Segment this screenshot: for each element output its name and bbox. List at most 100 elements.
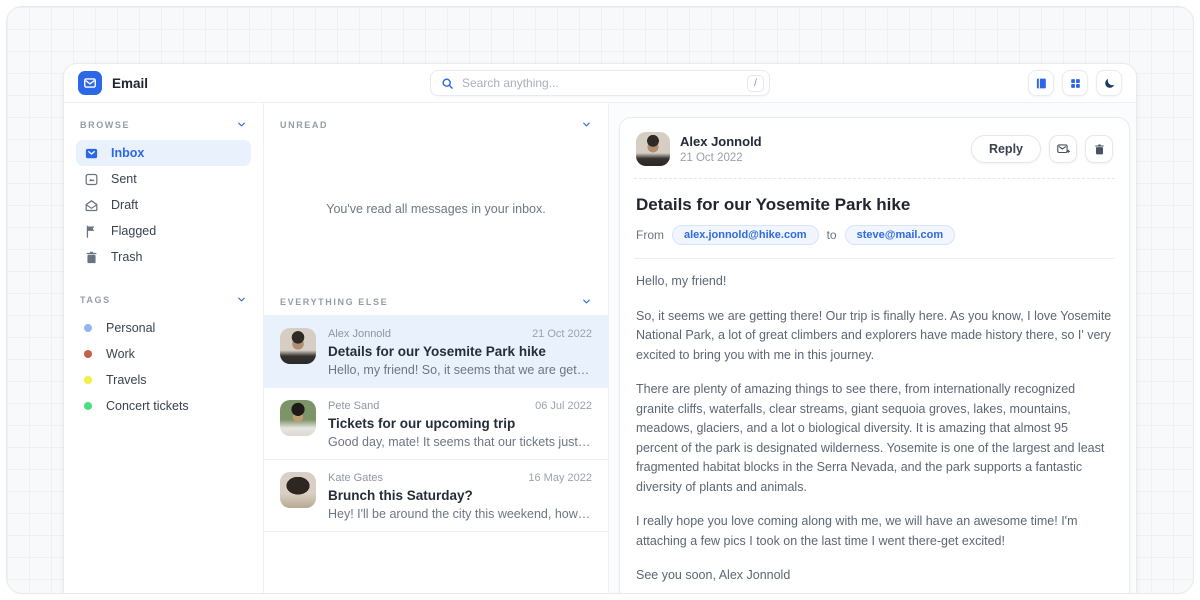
mail-snippet: Good day, mate! It seems that our ticket… — [328, 435, 592, 449]
body-paragraph: There are plenty of amazing things to se… — [636, 380, 1113, 497]
detail-subject: Details for our Yosemite Park hike — [636, 195, 1113, 215]
avatar — [280, 400, 316, 436]
tag-color-dot — [84, 350, 92, 358]
to-label: to — [827, 228, 837, 242]
mail-date: 21 Oct 2022 — [532, 328, 592, 340]
from-email-chip[interactable]: alex.jonnold@hike.com — [672, 225, 819, 245]
browse-section-header[interactable]: Browse — [76, 119, 251, 130]
tag-item-concert-tickets[interactable]: Concert tickets — [76, 393, 251, 419]
forward-envelope-icon — [1056, 142, 1070, 156]
tag-item-work[interactable]: Work — [76, 341, 251, 367]
reply-button[interactable]: Reply — [971, 135, 1041, 163]
mail-detail-card: Alex Jonnold 21 Oct 2022 Reply — [619, 117, 1130, 594]
inbox-icon — [84, 146, 99, 161]
browse-section-label: Browse — [80, 120, 130, 130]
recipients-row: From alex.jonnold@hike.com to steve@mail… — [634, 225, 1115, 245]
mail-list-item[interactable]: Pete Sand 06 Jul 2022 Tickets for our up… — [264, 388, 608, 460]
mail-subject: Brunch this Saturday? — [328, 488, 592, 503]
tag-color-dot — [84, 324, 92, 332]
detail-sender-name: Alex Jonnold — [680, 134, 762, 149]
body-paragraph: So, it seems we are getting there! Our t… — [636, 307, 1113, 366]
notebook-icon — [1035, 77, 1048, 90]
unread-section-header[interactable]: Unread — [264, 103, 608, 138]
unread-section-label: Unread — [280, 120, 328, 130]
divider — [634, 178, 1115, 179]
everything-else-section-header[interactable]: Everything else — [264, 280, 608, 315]
search-bar[interactable]: / — [430, 70, 770, 96]
email-body: Hello, my friend! So, it seems we are ge… — [634, 272, 1115, 586]
mail-sender: Kate Gates — [328, 472, 383, 484]
search-input[interactable] — [462, 76, 747, 90]
mail-item-body: Kate Gates 16 May 2022 Brunch this Satur… — [328, 472, 592, 521]
chevron-down-icon[interactable] — [581, 119, 592, 130]
chevron-down-icon[interactable] — [236, 119, 247, 130]
chevron-down-icon[interactable] — [581, 296, 592, 307]
sidebar-item-label: Trash — [111, 250, 143, 264]
moon-icon — [1103, 77, 1116, 90]
sent-icon — [84, 172, 99, 187]
unread-empty-message: You've read all messages in your inbox. — [326, 202, 545, 216]
main-columns: Browse Inbox Sent — [64, 102, 1136, 594]
search-icon — [441, 77, 454, 90]
from-label: From — [636, 228, 664, 242]
sidebar-item-trash[interactable]: Trash — [76, 244, 251, 270]
email-app-logo — [78, 71, 102, 95]
tag-label: Personal — [106, 321, 155, 335]
sidebar-item-inbox[interactable]: Inbox — [76, 140, 251, 166]
top-bar: Email / — [64, 64, 1136, 102]
dark-mode-toggle-button[interactable] — [1096, 70, 1122, 96]
envelope-icon — [83, 76, 97, 90]
mail-detail-area: Alex Jonnold 21 Oct 2022 Reply — [609, 103, 1136, 594]
mail-date: 06 Jul 2022 — [535, 400, 592, 412]
delete-button[interactable] — [1085, 135, 1113, 163]
sidebar: Browse Inbox Sent — [64, 103, 264, 594]
mail-sender: Pete Sand — [328, 400, 379, 412]
apps-grid-button[interactable] — [1062, 70, 1088, 96]
avatar — [636, 132, 670, 166]
mail-subject: Details for our Yosemite Park hike — [328, 344, 592, 359]
tag-color-dot — [84, 376, 92, 384]
tags-section-label: Tags — [80, 295, 111, 305]
notebook-button[interactable] — [1028, 70, 1054, 96]
mail-date: 16 May 2022 — [528, 472, 592, 484]
forward-button[interactable] — [1049, 135, 1077, 163]
search-shortcut-key: / — [747, 75, 764, 92]
body-paragraph: See you soon, Alex Jonnold — [636, 566, 1113, 586]
page-frame: Email / — [6, 6, 1194, 594]
email-app-window: Email / — [63, 63, 1137, 594]
sidebar-item-sent[interactable]: Sent — [76, 166, 251, 192]
draft-icon — [84, 198, 99, 213]
to-email-chip[interactable]: steve@mail.com — [845, 225, 956, 245]
tag-label: Concert tickets — [106, 399, 189, 413]
avatar — [280, 328, 316, 364]
sidebar-item-label: Flagged — [111, 224, 156, 238]
tag-label: Travels — [106, 373, 147, 387]
sidebar-item-flagged[interactable]: Flagged — [76, 218, 251, 244]
unread-empty-state: You've read all messages in your inbox. — [264, 138, 608, 280]
tag-color-dot — [84, 402, 92, 410]
avatar — [280, 472, 316, 508]
app-title: Email — [112, 76, 148, 91]
mail-list-item[interactable]: Alex Jonnold 21 Oct 2022 Details for our… — [264, 315, 608, 388]
mail-subject: Tickets for our upcoming trip — [328, 416, 592, 431]
mail-list-column: Unread You've read all messages in your … — [264, 103, 609, 594]
mail-item-body: Alex Jonnold 21 Oct 2022 Details for our… — [328, 328, 592, 377]
apps-grid-icon — [1069, 77, 1082, 90]
sidebar-item-label: Inbox — [111, 146, 144, 160]
tag-label: Work — [106, 347, 135, 361]
tags-section-header[interactable]: Tags — [76, 294, 251, 305]
mail-snippet: Hello, my friend! So, it seems that we a… — [328, 363, 592, 377]
mail-list-item[interactable]: Kate Gates 16 May 2022 Brunch this Satur… — [264, 460, 608, 532]
topbar-actions — [1028, 70, 1122, 96]
sidebar-item-label: Draft — [111, 198, 138, 212]
sidebar-item-draft[interactable]: Draft — [76, 192, 251, 218]
chevron-down-icon[interactable] — [236, 294, 247, 305]
detail-date: 21 Oct 2022 — [680, 152, 762, 164]
body-paragraph: Hello, my friend! — [636, 272, 1113, 292]
sidebar-item-label: Sent — [111, 172, 137, 186]
detail-header: Alex Jonnold 21 Oct 2022 Reply — [634, 128, 1115, 170]
everything-else-section-label: Everything else — [280, 297, 388, 307]
tag-item-personal[interactable]: Personal — [76, 315, 251, 341]
mail-sender: Alex Jonnold — [328, 328, 391, 340]
tag-item-travels[interactable]: Travels — [76, 367, 251, 393]
